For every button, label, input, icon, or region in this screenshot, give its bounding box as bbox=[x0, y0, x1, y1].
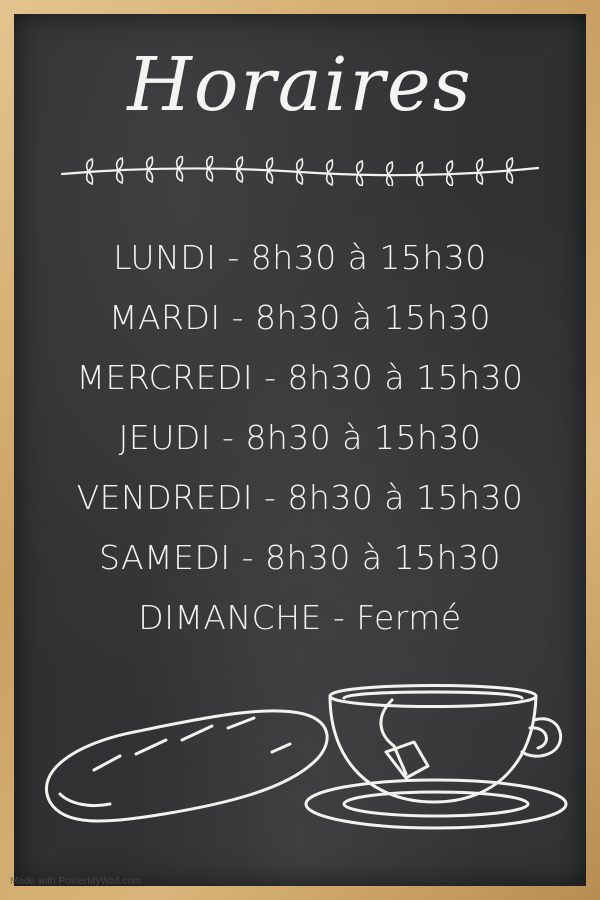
page-title: Horaires bbox=[127, 42, 473, 128]
schedule-line-dimanche: DIMANCHE - Fermé bbox=[138, 598, 462, 637]
schedule-line-mercredi: MERCREDI - 8h30 à 15h30 bbox=[76, 358, 524, 397]
chalkboard: Horaires LUNDI - 8h30 à 15h30 MARDI - 8h… bbox=[14, 14, 586, 886]
tea-cup-icon bbox=[304, 684, 568, 830]
schedule-line-lundi: LUNDI - 8h30 à 15h30 bbox=[113, 238, 487, 277]
baguette-icon bbox=[44, 709, 329, 823]
schedule-line-mardi: MARDI - 8h30 à 15h30 bbox=[108, 298, 491, 337]
watermark: Made with PosterMyWall.com bbox=[10, 876, 142, 887]
vine-divider-icon bbox=[60, 156, 540, 186]
wooden-frame: Horaires LUNDI - 8h30 à 15h30 MARDI - 8h… bbox=[0, 0, 600, 900]
schedule-line-jeudi: JEUDI - 8h30 à 15h30 bbox=[118, 418, 482, 457]
chalk-illustration bbox=[44, 684, 568, 830]
opening-hours-list: LUNDI - 8h30 à 15h30 MARDI - 8h30 à 15h3… bbox=[14, 228, 586, 648]
schedule-line-samedi: SAMEDI - 8h30 à 15h30 bbox=[99, 538, 501, 577]
schedule-line-vendredi: VENDREDI - 8h30 à 15h30 bbox=[76, 478, 524, 517]
